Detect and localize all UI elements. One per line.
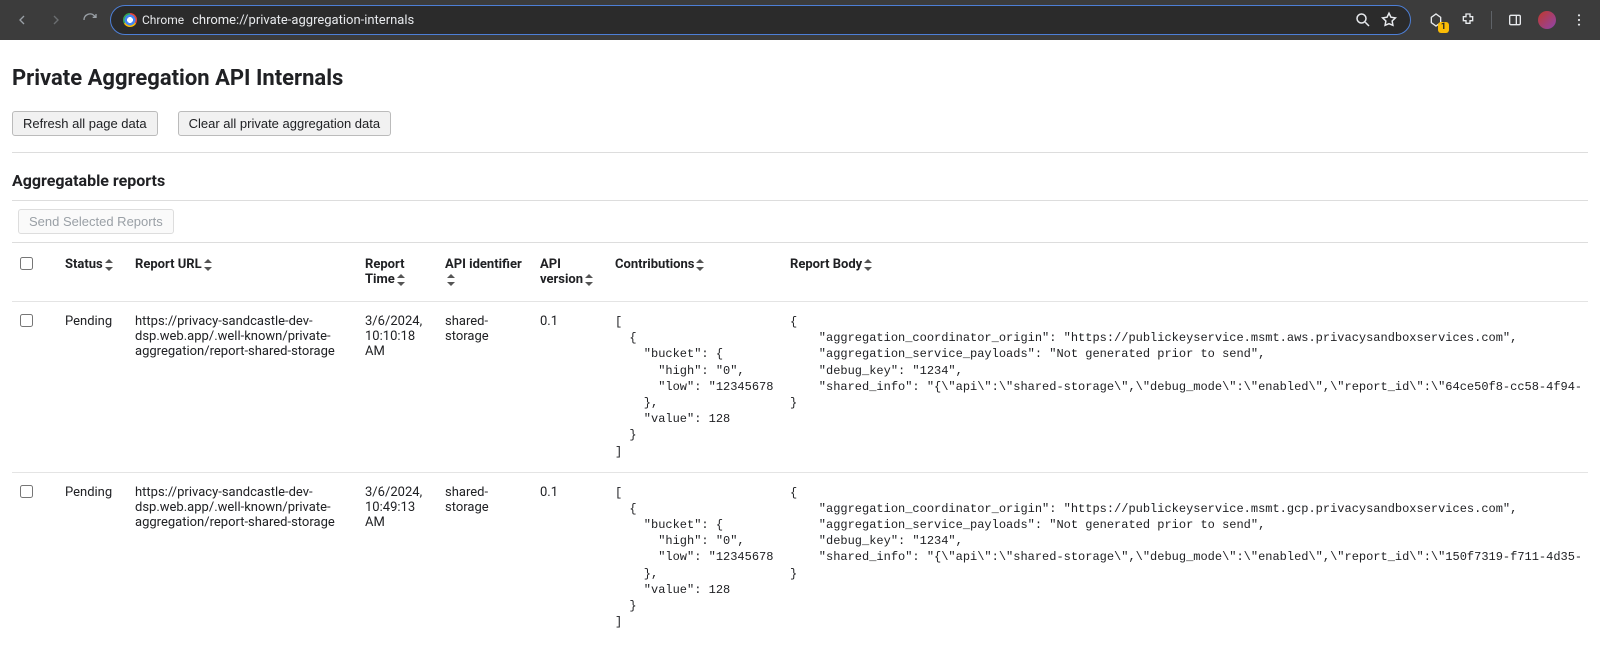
arrow-left-icon [14,12,30,28]
arrow-right-icon [48,12,64,28]
reload-icon [82,12,98,28]
cell-contrib-text: [ { "bucket": { "high": "0", "low": "123… [615,314,774,460]
cell-time-text: 3/6/2024, 10:10:18 AM [365,314,429,359]
cell-contrib: [ { "bucket": { "high": "0", "low": "123… [607,472,782,642]
sort-icon [447,274,455,286]
col-url[interactable]: Report URL [127,243,357,302]
col-contrib[interactable]: Contributions [607,243,782,302]
cell-api-text: shared-storage [445,485,524,515]
site-chip: Chrome [123,13,184,27]
extensions-puzzle-icon[interactable] [1455,7,1481,33]
table-row: Pending https://privacy-sandcastle-dev-ds… [12,302,1588,473]
col-body[interactable]: Report Body [782,243,1588,302]
site-chip-label: Chrome [142,13,184,27]
cell-version-text: 0.1 [540,485,599,500]
cell-time-text: 3/6/2024, 10:49:13 AM [365,485,429,530]
cell-api-text: shared-storage [445,314,524,344]
zoom-icon[interactable] [1354,11,1372,29]
reload-button[interactable] [76,6,104,34]
table-header-row: Status Report URL Report Time API identi… [12,243,1588,302]
cell-body: { "aggregation_coordinator_origin": "htt… [782,302,1588,473]
col-api[interactable]: API identifier [437,243,532,302]
table-row: Pending https://privacy-sandcastle-dev-ds… [12,472,1588,642]
side-panel-icon[interactable] [1502,7,1528,33]
cell-checkbox [12,472,57,642]
refresh-button[interactable]: Refresh all page data [12,111,158,136]
col-time[interactable]: Report Time [357,243,437,302]
kebab-menu-icon[interactable] [1566,7,1592,33]
omnibox[interactable]: Chrome chrome://private-aggregation-inte… [110,5,1411,35]
cell-status-text: Pending [65,314,119,329]
cell-time: 3/6/2024, 10:49:13 AM [357,472,437,642]
cell-url: https://privacy-sandcastle-dev-dsp.web.a… [127,472,357,642]
extension-badge: 1 [1438,22,1449,33]
toolbar-separator [1491,11,1492,29]
profile-avatar[interactable] [1534,7,1560,33]
extension-icon[interactable]: 1 [1423,7,1449,33]
toolbar-right: 1 [1417,7,1592,33]
sort-icon [585,274,593,286]
cell-status: Pending [57,472,127,642]
sort-icon [397,274,405,286]
cell-url: https://privacy-sandcastle-dev-dsp.web.a… [127,302,357,473]
cell-body-text: { "aggregation_coordinator_origin": "htt… [790,314,1580,411]
cell-status: Pending [57,302,127,473]
cell-api: shared-storage [437,472,532,642]
row-checkbox[interactable] [20,314,33,327]
row-checkbox[interactable] [20,485,33,498]
cell-status-text: Pending [65,485,119,500]
cell-time: 3/6/2024, 10:10:18 AM [357,302,437,473]
browser-toolbar: Chrome chrome://private-aggregation-inte… [0,0,1600,40]
cell-body: { "aggregation_coordinator_origin": "htt… [782,472,1588,642]
cell-version-text: 0.1 [540,314,599,329]
forward-button[interactable] [42,6,70,34]
cell-api: shared-storage [437,302,532,473]
clear-button[interactable]: Clear all private aggregation data [178,111,392,136]
col-checkbox [12,243,57,302]
sort-icon [204,259,212,271]
bookmark-star-icon[interactable] [1380,11,1398,29]
col-status[interactable]: Status [57,243,127,302]
reports-table: Status Report URL Report Time API identi… [12,242,1588,642]
page-title: Private Aggregation API Internals [12,66,1588,91]
sort-icon [105,259,113,271]
sort-icon [696,259,704,271]
sort-icon [864,259,872,271]
chrome-logo-icon [123,13,137,27]
select-all-checkbox[interactable] [20,257,33,270]
avatar-icon [1538,11,1556,29]
cell-url-text: https://privacy-sandcastle-dev-dsp.web.a… [135,485,349,530]
send-selected-button[interactable]: Send Selected Reports [18,209,174,234]
cell-checkbox [12,302,57,473]
cell-version: 0.1 [532,302,607,473]
cell-version: 0.1 [532,472,607,642]
url-text: chrome://private-aggregation-internals [192,13,1346,28]
cell-body-text: { "aggregation_coordinator_origin": "htt… [790,485,1580,582]
section-heading: Aggregatable reports [12,171,1588,190]
back-button[interactable] [8,6,36,34]
col-version[interactable]: API version [532,243,607,302]
section-divider [12,152,1588,153]
cell-contrib: [ { "bucket": { "high": "0", "low": "123… [607,302,782,473]
cell-url-text: https://privacy-sandcastle-dev-dsp.web.a… [135,314,349,359]
cell-contrib-text: [ { "bucket": { "high": "0", "low": "123… [615,485,774,631]
